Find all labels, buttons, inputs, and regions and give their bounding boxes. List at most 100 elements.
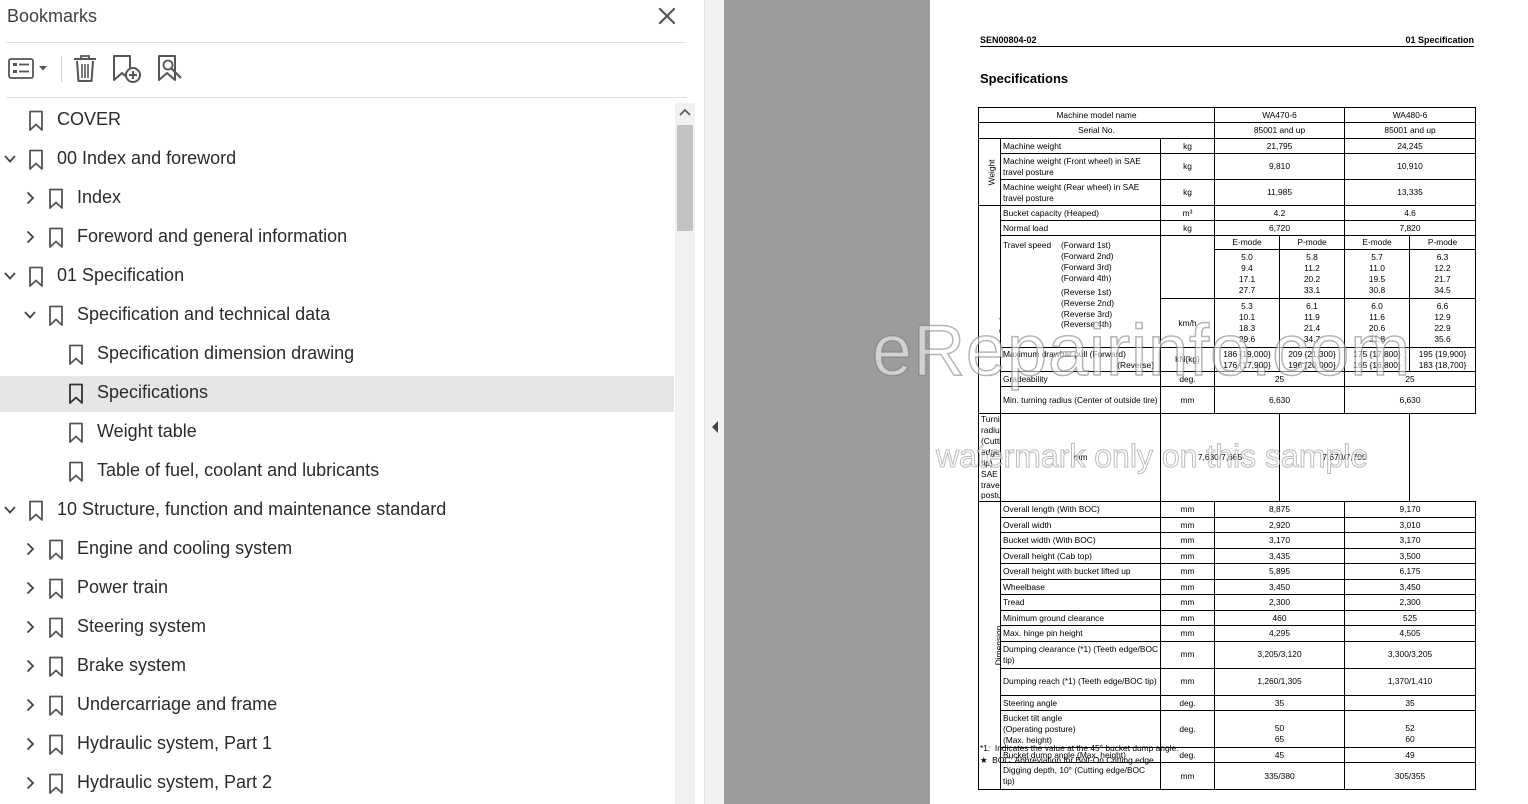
chevron-right-icon[interactable] — [23, 581, 37, 595]
chevron-right-icon[interactable] — [23, 191, 37, 205]
chevron-right-icon[interactable] — [23, 542, 37, 556]
value: 3,300/3,205 — [1344, 640, 1477, 669]
scroll-up-button[interactable] — [675, 103, 695, 123]
bookmark-item[interactable]: Specification dimension drawing — [0, 337, 674, 373]
value: 60 — [1405, 734, 1415, 745]
bookmark-item[interactable]: Steering system — [0, 610, 674, 646]
value: 6.3 — [1436, 252, 1449, 263]
bookmark-item[interactable]: Hydraulic system, Part 1 — [0, 727, 674, 763]
vertical-scrollbar[interactable] — [675, 103, 695, 804]
bookmark-options-icon[interactable] — [6, 50, 52, 88]
chevron-right-icon[interactable] — [23, 737, 37, 751]
find-bookmark-button[interactable] — [155, 50, 187, 88]
header-rule — [980, 46, 1474, 47]
chevron-down-icon[interactable] — [3, 503, 17, 517]
toolbar-divider — [61, 56, 62, 82]
close-icon[interactable] — [655, 4, 679, 28]
panel-splitter[interactable] — [704, 0, 725, 804]
row-label: Machine weight — [1000, 138, 1161, 154]
value: 30.8 — [1368, 284, 1386, 295]
bookmark-label: 00 Index and foreword — [57, 148, 237, 168]
bookmark-item[interactable]: Specifications — [0, 376, 674, 412]
chevron-right-icon[interactable] — [23, 659, 37, 673]
bookmark-label: Foreword and general information — [77, 226, 348, 246]
row-label: Tread — [1000, 594, 1161, 611]
value-cell: 195 {19,900} 183 {18,700} — [1409, 347, 1477, 372]
bookmark-item[interactable]: Undercarriage and frame — [0, 688, 674, 724]
collapse-panel-button[interactable] — [709, 419, 721, 435]
value: 34.5 — [1434, 284, 1451, 295]
value: 3,500 — [1344, 547, 1477, 565]
chevron-down-icon[interactable] — [3, 269, 17, 283]
bookmark-icon — [29, 149, 43, 170]
chevron-right-icon[interactable] — [23, 698, 37, 712]
unit: kg — [1160, 138, 1215, 154]
value: 2,300 — [1344, 594, 1477, 611]
bookmark-item[interactable]: Index — [0, 181, 674, 217]
unit: mm — [1160, 516, 1215, 534]
value: 50 — [1274, 723, 1285, 734]
delete-bookmark-button[interactable] — [70, 50, 100, 88]
chevron-down-icon[interactable] — [23, 308, 37, 322]
value: 6,720 — [1213, 220, 1346, 236]
value: 22.9 — [1434, 323, 1451, 333]
bookmark-icon — [49, 695, 63, 716]
bookmark-tree: COVER 00 Index and foreword Index Foreword … — [0, 103, 674, 804]
bookmark-item[interactable]: Hydraulic system, Part 2 — [0, 766, 674, 802]
bookmark-item[interactable]: Specification and technical data — [0, 298, 674, 334]
triangle-left-icon[interactable] — [709, 419, 721, 435]
bookmark-label: Undercarriage and frame — [77, 694, 278, 714]
bookmark-item[interactable]: Engine and cooling system — [0, 532, 674, 568]
value-cell: 5.8 11.2 20.2 33.1 — [1278, 249, 1346, 299]
bookmark-item[interactable]: Foreword and general information — [0, 220, 674, 256]
bookmark-item[interactable]: 00 Index and foreword — [0, 142, 674, 178]
unit: mm — [1160, 563, 1215, 580]
bookmark-item[interactable]: 10 Structure, function and maintenance s… — [0, 493, 674, 529]
bookmark-label: Power train — [77, 577, 169, 597]
bookmark-label: 01 Specification — [57, 265, 185, 285]
chevron-right-icon[interactable] — [23, 230, 37, 244]
unit: kg — [1160, 220, 1215, 236]
document-page: SEN00804-02 01 Specification Specificati… — [930, 0, 1528, 804]
scrollbar-thumb[interactable] — [677, 125, 693, 231]
trash-icon[interactable] — [70, 50, 100, 88]
value-cell: 5.7 11.0 19.5 30.8 — [1344, 249, 1411, 299]
unit: mm — [1160, 762, 1215, 791]
bookmark-item[interactable]: 01 Specification — [0, 259, 674, 295]
add-bookmark-icon[interactable] — [110, 50, 144, 88]
chevron-down-icon[interactable] — [3, 152, 17, 166]
bookmark-icon — [49, 617, 63, 638]
row-label: Max. hinge pin height — [1000, 625, 1161, 642]
serial-no: 85001 and up — [1344, 122, 1477, 139]
value: 1,260/1,305 — [1213, 667, 1346, 696]
close-panel-button[interactable] — [655, 4, 679, 28]
bookmark-item[interactable]: COVER — [0, 103, 674, 139]
bookmark-options-button[interactable] — [6, 50, 52, 88]
chevron-up-icon[interactable] — [675, 103, 695, 123]
bookmark-icon — [29, 500, 43, 521]
bookmark-item[interactable]: Weight table — [0, 415, 674, 451]
add-bookmark-button[interactable] — [110, 50, 144, 88]
group-label: Dimension — [993, 626, 1001, 666]
bookmarks-toolbar — [0, 50, 704, 90]
bookmark-item[interactable]: Power train — [0, 571, 674, 607]
bookmark-item[interactable]: Brake system — [0, 649, 674, 685]
value: 52 — [1405, 723, 1415, 734]
value-cell: 5.0 9.4 17.1 27.7 — [1214, 249, 1280, 299]
group-label: Weight — [986, 159, 997, 185]
value: 12.9 — [1434, 312, 1451, 323]
page-header-right: 01 Specification — [1405, 35, 1474, 45]
chevron-right-icon[interactable] — [23, 776, 37, 790]
gear-label: (Forward 2nd) — [1061, 250, 1114, 261]
value: 2,300 — [1213, 594, 1346, 611]
find-bookmark-icon[interactable] — [155, 50, 187, 88]
value: 1,370/1,410 — [1344, 667, 1477, 696]
bookmark-item[interactable]: Table of fuel, coolant and lubricants — [0, 454, 674, 490]
bookmark-icon — [69, 422, 83, 443]
page-header-left: SEN00804-02 — [980, 35, 1037, 45]
divider — [6, 42, 686, 43]
bookmark-label: COVER — [57, 109, 122, 129]
chevron-right-icon[interactable] — [23, 620, 37, 634]
row-label: Overall length (With BOC) — [1000, 501, 1161, 518]
unit: mm — [1160, 640, 1215, 669]
